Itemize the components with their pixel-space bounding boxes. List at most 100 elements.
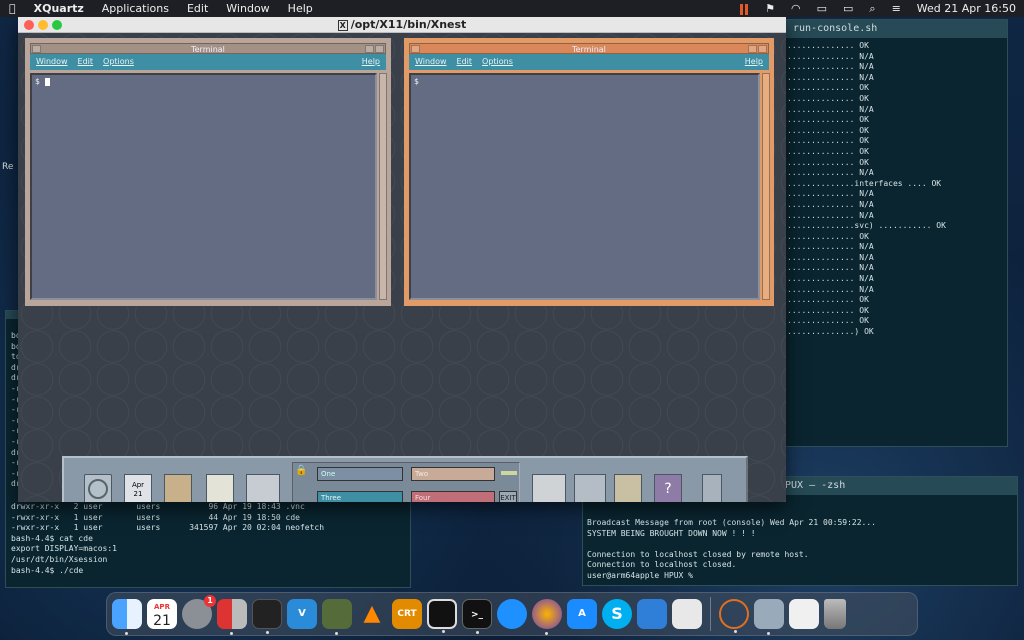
workspace-four[interactable]: Four	[411, 491, 495, 502]
calendar-app-icon[interactable]: APR 21	[147, 599, 177, 629]
scrollbar[interactable]	[379, 73, 387, 300]
menu-edit[interactable]: Edit	[78, 54, 94, 70]
safari-icon[interactable]	[497, 599, 527, 629]
scrollbar[interactable]	[762, 73, 770, 300]
minimize-button[interactable]	[38, 20, 48, 30]
apple-icon[interactable]: 	[0, 0, 25, 17]
terminal-icon[interactable]: >_	[462, 599, 492, 634]
lock-icon[interactable]: 🔒	[295, 465, 307, 476]
bash-line: drwxr-xr-x 2 user users 96 Apr 19 18:43 …	[11, 502, 305, 511]
skype-icon[interactable]: S	[602, 599, 632, 629]
hpux-line: user@arm64apple HPUX %	[587, 570, 698, 580]
cde-terminal-left[interactable]: Terminal Window Edit Options Help $	[25, 38, 391, 306]
close-button[interactable]	[24, 20, 34, 30]
xnest-window[interactable]: X/opt/X11/bin/Xnest Terminal Window Edit…	[18, 17, 786, 502]
finder-icon[interactable]	[112, 599, 142, 635]
workspace-one[interactable]: One	[317, 467, 403, 481]
parallels-icon[interactable]	[217, 599, 247, 635]
console-output: .............. OK.............. N/A.....…	[769, 38, 1007, 338]
bash-line: bash-4.4$ ./cde	[11, 565, 84, 575]
minimize-button[interactable]	[365, 45, 374, 53]
battery-icon[interactable]: ▭	[809, 2, 835, 15]
clock-icon[interactable]	[84, 474, 112, 502]
system-preferences-icon[interactable]: 1	[182, 595, 216, 629]
console-line: .............. N/A	[787, 274, 874, 284]
bash-output: drwxr-xr-x 2 user users 96 Apr 19 18:43 …	[11, 502, 324, 576]
airplay-icon[interactable]: ▭	[835, 2, 861, 15]
preview-window-icon[interactable]	[754, 599, 784, 635]
vlc-icon[interactable]: ▲	[357, 599, 387, 629]
control-center-icon[interactable]: ≡	[884, 2, 909, 15]
notes-icon[interactable]	[789, 599, 819, 629]
application-manager-icon[interactable]	[614, 474, 642, 502]
hpux-line: Connection to localhost closed.	[587, 560, 737, 570]
crt-app-icon[interactable]: CRT	[392, 599, 422, 629]
menu-options[interactable]: Options	[103, 54, 134, 70]
terminal-area[interactable]: $	[30, 73, 377, 300]
stats-icon[interactable]	[731, 2, 757, 15]
workspace-three[interactable]: Three	[317, 491, 403, 502]
console-line: .............. N/A	[787, 104, 874, 114]
x11-icon: X	[337, 20, 348, 31]
style-manager-icon[interactable]	[574, 474, 606, 502]
preview-icon[interactable]	[672, 599, 702, 629]
console-line: .............. OK	[787, 93, 869, 103]
menu-window[interactable]: Window	[415, 54, 447, 70]
wifi-icon[interactable]: ◠	[783, 2, 809, 15]
file-manager-icon[interactable]	[164, 474, 192, 502]
flag-icon[interactable]: ⚑	[757, 2, 783, 15]
cursor	[44, 77, 50, 86]
menu-help[interactable]: Help	[362, 54, 380, 70]
help-icon[interactable]: ?	[654, 474, 682, 502]
cde-desktop[interactable]: Terminal Window Edit Options Help $ Term…	[18, 33, 786, 502]
xcode-icon[interactable]	[637, 599, 667, 629]
dock-cal-month: APR	[154, 603, 170, 611]
app-store-icon[interactable]: A	[567, 599, 597, 629]
vnc-viewer-icon[interactable]: V	[287, 599, 317, 629]
menu-help[interactable]: Help	[279, 0, 322, 17]
menu-options[interactable]: Options	[482, 54, 513, 70]
menu-applications[interactable]: Applications	[93, 0, 178, 17]
mail-icon[interactable]	[246, 474, 280, 502]
menubar-clock[interactable]: Wed 21 Apr 16:50	[909, 2, 1024, 15]
dock-separator	[710, 597, 711, 631]
search-icon[interactable]: ⌕	[861, 2, 883, 16]
exit-button[interactable]: EXIT	[499, 491, 517, 502]
trash-icon[interactable]	[824, 599, 846, 629]
activity-monitor-icon[interactable]	[252, 599, 282, 634]
xquartz-icon[interactable]	[719, 599, 749, 633]
sheep-app-icon[interactable]	[322, 599, 352, 635]
text-editor-icon[interactable]	[206, 474, 234, 502]
console-line: .............. OK	[787, 115, 869, 125]
dock-cal-day: 21	[153, 613, 171, 629]
minimize-button[interactable]	[748, 45, 757, 53]
console-window[interactable]: run-console.sh .............. OK........…	[768, 19, 1008, 447]
console-line: .............. OK	[787, 316, 869, 326]
cube-app-icon[interactable]	[427, 599, 457, 633]
console-line: .............. N/A	[787, 284, 874, 294]
menu-app-name[interactable]: XQuartz	[25, 0, 93, 17]
menu-window[interactable]: Window	[36, 54, 68, 70]
menu-edit[interactable]: Edit	[178, 0, 217, 17]
window-menu-button[interactable]	[32, 45, 41, 53]
maximize-button[interactable]	[375, 45, 384, 53]
zoom-button[interactable]	[52, 20, 62, 30]
calendar-icon[interactable]: Apr 21	[124, 474, 152, 502]
trash-icon[interactable]	[702, 474, 722, 502]
console-line: .............. N/A	[787, 263, 874, 273]
workspace-two[interactable]: Two	[411, 467, 495, 481]
firefox-icon[interactable]	[532, 599, 562, 635]
menu-window[interactable]: Window	[217, 0, 278, 17]
cde-left-title: Terminal	[191, 45, 225, 54]
menu-help[interactable]: Help	[745, 54, 763, 70]
cde-terminal-right[interactable]: Terminal Window Edit Options Help $	[404, 38, 774, 306]
terminal-area[interactable]: $	[409, 73, 760, 300]
console-line: .............. N/A	[787, 168, 874, 178]
window-menu-button[interactable]	[411, 45, 420, 53]
hpux-line	[587, 539, 1017, 550]
console-line: .............. OK	[787, 157, 869, 167]
maximize-button[interactable]	[758, 45, 767, 53]
prompt: $	[414, 77, 419, 86]
printer-icon[interactable]	[532, 474, 566, 502]
menu-edit[interactable]: Edit	[457, 54, 473, 70]
